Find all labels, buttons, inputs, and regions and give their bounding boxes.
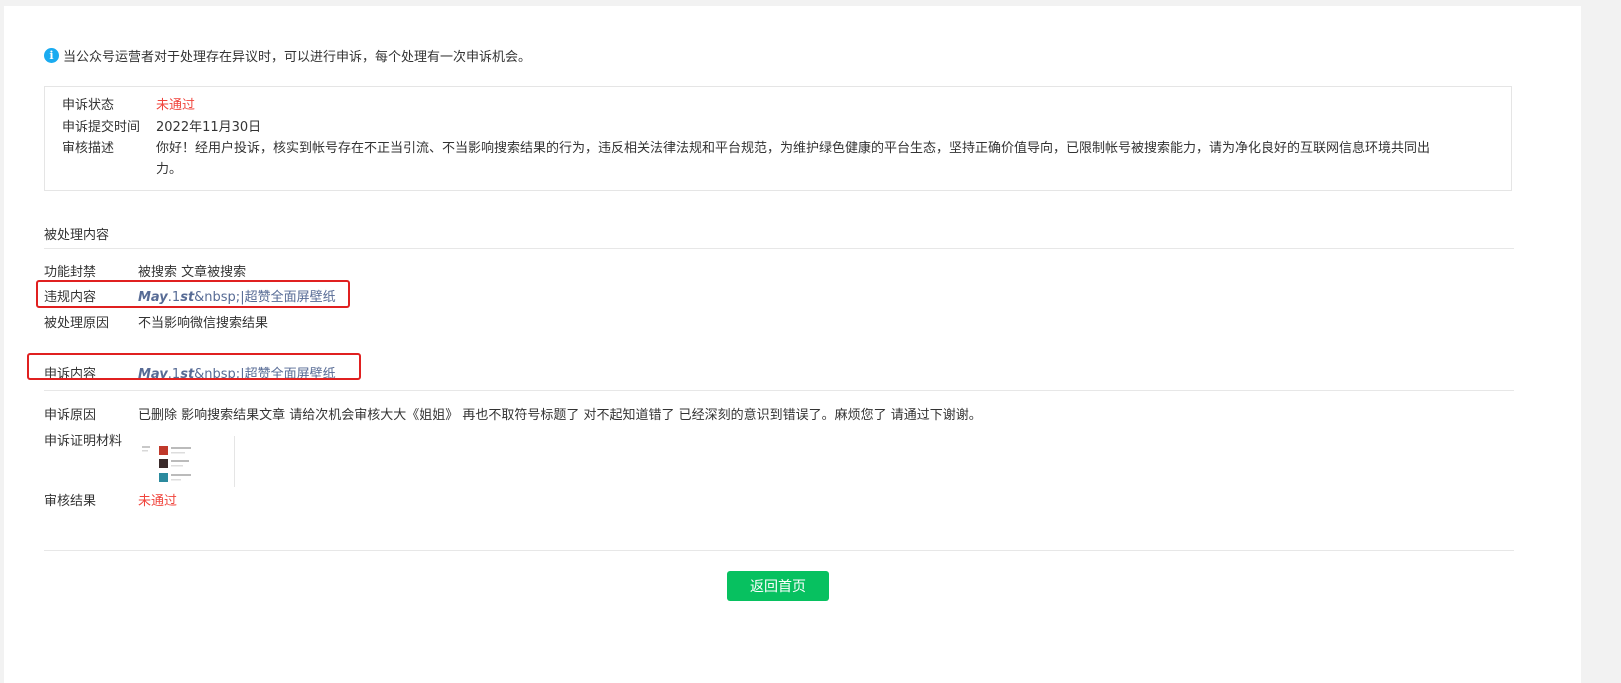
- annotation-box: [27, 353, 361, 380]
- divider: [44, 550, 1514, 551]
- notice-text: 当公众号运营者对于处理存在异议时，可以进行申诉，每个处理有一次申诉机会。: [63, 50, 532, 65]
- evidence-thumbnail[interactable]: [138, 436, 235, 487]
- appeal-notice: i 当公众号运营者对于处理存在异议时，可以进行申诉，每个处理有一次申诉机会。: [44, 46, 531, 65]
- processed-reason-label: 被处理原因: [44, 316, 110, 331]
- submit-time-value: 2022年11月30日: [156, 120, 262, 135]
- review-desc-label: 审核描述: [62, 141, 115, 156]
- appeal-reason-label: 申诉原因: [44, 408, 97, 423]
- info-icon: i: [44, 48, 59, 63]
- review-desc-line1: 你好！经用户投诉，核实到帐号存在不正当引流、不当影响搜索结果的行为，违反相关法律…: [156, 141, 1431, 156]
- submit-time-label: 申诉提交时间: [62, 120, 141, 135]
- processed-section-title: 被处理内容: [44, 228, 110, 243]
- status-label: 申诉状态: [62, 98, 115, 113]
- review-desc-line2: 力。: [156, 162, 183, 177]
- evidence-image: [142, 440, 200, 486]
- divider: [44, 248, 1514, 249]
- status-value: 未通过: [156, 98, 196, 113]
- annotation-box: [36, 280, 350, 308]
- processed-reason-value: 不当影响微信搜索结果: [138, 316, 269, 331]
- appeal-reason-value: 已删除 影响搜索结果文章 请给次机会审核大大《姐姐》 再也不取符号标题了 对不起…: [138, 408, 982, 423]
- divider: [44, 390, 1514, 391]
- evidence-label: 申诉证明材料: [44, 434, 123, 449]
- review-result-value: 未通过: [138, 494, 178, 509]
- back-home-button[interactable]: 返回首页: [727, 571, 829, 601]
- review-result-label: 审核结果: [44, 494, 97, 509]
- review-desc-value: 你好！经用户投诉，核实到帐号存在不正当引流、不当影响搜索结果的行为，违反相关法律…: [156, 138, 1496, 180]
- status-row: 申诉状态: [62, 95, 114, 116]
